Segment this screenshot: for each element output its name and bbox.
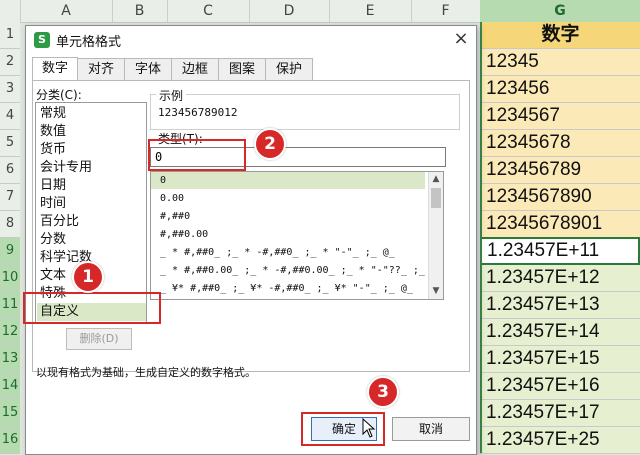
row-header[interactable]: 9 (0, 238, 20, 265)
row-header[interactable]: 2 (0, 49, 20, 76)
step-badge-2: 2 (254, 128, 286, 160)
dialog-titlebar[interactable]: S 单元格格式 × (26, 26, 476, 54)
format-option[interactable]: _ * #,##0_ ;_ * -#,##0_ ;_ * "-"_ ;_ @_ (151, 244, 425, 261)
category-date[interactable]: 日期 (40, 177, 66, 195)
scroll-thumb[interactable] (431, 188, 441, 208)
format-option[interactable]: #,##0 (151, 208, 425, 225)
tab-alignment[interactable]: 对齐 (77, 58, 125, 80)
column-header-c[interactable]: C (167, 0, 250, 22)
row-header[interactable]: 5 (0, 130, 20, 157)
column-header-bar: A B C D E F G (0, 0, 640, 23)
category-general[interactable]: 常规 (40, 105, 66, 123)
format-option[interactable]: _ * #,##0.00_ ;_ * -#,##0.00_ ;_ * "-"??… (151, 262, 425, 279)
tab-border[interactable]: 边框 (171, 58, 219, 80)
format-option[interactable]: 0.00 (151, 190, 425, 207)
category-text[interactable]: 文本 (40, 267, 66, 285)
tab-protection[interactable]: 保护 (265, 58, 313, 80)
cell[interactable]: 1.23457E+12 (480, 265, 640, 292)
mouse-pointer-icon (362, 418, 376, 438)
row-header[interactable]: 1 (0, 22, 20, 49)
cell[interactable]: 1.23457E+17 (480, 400, 640, 427)
cell[interactable]: 1.23457E+25 (480, 427, 640, 454)
row-header[interactable]: 10 (0, 265, 20, 292)
column-header-e[interactable]: E (329, 0, 412, 22)
scroll-up-icon[interactable]: ▲ (429, 172, 443, 186)
category-accounting[interactable]: 会计专用 (40, 159, 92, 177)
format-option[interactable]: _ ¥* #,##0_ ;_ ¥* -#,##0_ ;_ ¥* "-"_ ;_ … (151, 280, 425, 297)
category-percentage[interactable]: 百分比 (40, 213, 79, 231)
wps-app-icon: S (34, 32, 50, 48)
row-header[interactable]: 4 (0, 103, 20, 130)
tab-font[interactable]: 字体 (124, 58, 172, 80)
row-header[interactable]: 6 (0, 157, 20, 184)
column-header-a[interactable]: A (20, 0, 113, 22)
column-header-g[interactable]: G (480, 0, 640, 22)
format-list-scrollbar[interactable]: ▲ ▼ (428, 172, 443, 299)
cell[interactable]: 123456 (480, 76, 640, 103)
cell[interactable]: 1.23457E+13 (480, 292, 640, 319)
tab-pattern[interactable]: 图案 (218, 58, 266, 80)
category-label: 分类(C): (36, 88, 82, 102)
column-header-b[interactable]: B (112, 0, 168, 22)
active-cell[interactable]: 1.23457E+11 (480, 237, 640, 265)
cell[interactable]: 1.23457E+14 (480, 319, 640, 346)
format-code-list[interactable]: 0 0.00 #,##0 #,##0.00 _ * #,##0_ ;_ * -#… (150, 171, 444, 300)
column-header-d[interactable]: D (249, 0, 330, 22)
cell[interactable]: 12345 (480, 49, 640, 76)
format-cells-dialog: S 单元格格式 × 数字 对齐 字体 边框 图案 保护 分类(C): 常规 数值… (25, 25, 477, 455)
category-fraction[interactable]: 分数 (40, 231, 66, 249)
cell[interactable]: 12345678901 (480, 211, 640, 238)
category-currency[interactable]: 货币 (40, 141, 66, 159)
row-header[interactable]: 14 (0, 373, 20, 400)
cancel-button[interactable]: 取消 (392, 417, 470, 441)
format-description: 以现有格式为基础，生成自定义的数字格式。 (36, 366, 256, 379)
row-header[interactable]: 12 (0, 319, 20, 346)
row-header[interactable]: 16 (0, 427, 20, 454)
sample-label: 示例 (156, 87, 187, 104)
cell-g1-header[interactable]: 数字 (480, 22, 640, 49)
category-time[interactable]: 时间 (40, 195, 66, 213)
row-header[interactable]: 11 (0, 292, 20, 319)
scroll-down-icon[interactable]: ▼ (429, 284, 443, 298)
column-header-f[interactable]: F (411, 0, 481, 22)
format-option[interactable]: 0 (151, 172, 425, 189)
cell[interactable]: 123456789 (480, 157, 640, 184)
cell[interactable]: 1.23457E+15 (480, 346, 640, 373)
cell[interactable]: 1234567 (480, 103, 640, 130)
category-number[interactable]: 数值 (40, 123, 66, 141)
cell[interactable]: 12345678 (480, 130, 640, 157)
cell[interactable]: 1234567890 (480, 184, 640, 211)
row-header[interactable]: 13 (0, 346, 20, 373)
step-badge-1: 1 (72, 261, 104, 293)
row-header[interactable]: 3 (0, 76, 20, 103)
format-option[interactable]: #,##0.00 (151, 226, 425, 243)
sample-value: 123456789012 (158, 106, 238, 119)
cell[interactable]: 1.23457E+16 (480, 373, 640, 400)
tab-number[interactable]: 数字 (32, 57, 78, 81)
step-badge-3: 3 (367, 376, 399, 408)
select-all-corner[interactable] (0, 0, 21, 22)
delete-button[interactable]: 删除(D) (66, 328, 132, 350)
highlight-box-custom (23, 292, 161, 324)
row-header[interactable]: 15 (0, 400, 20, 427)
dialog-title: 单元格格式 (56, 35, 122, 50)
row-header[interactable]: 8 (0, 211, 20, 238)
highlight-box-type (148, 139, 246, 171)
close-icon[interactable]: × (450, 28, 472, 50)
row-header[interactable]: 7 (0, 184, 20, 211)
selection-border (480, 22, 482, 453)
